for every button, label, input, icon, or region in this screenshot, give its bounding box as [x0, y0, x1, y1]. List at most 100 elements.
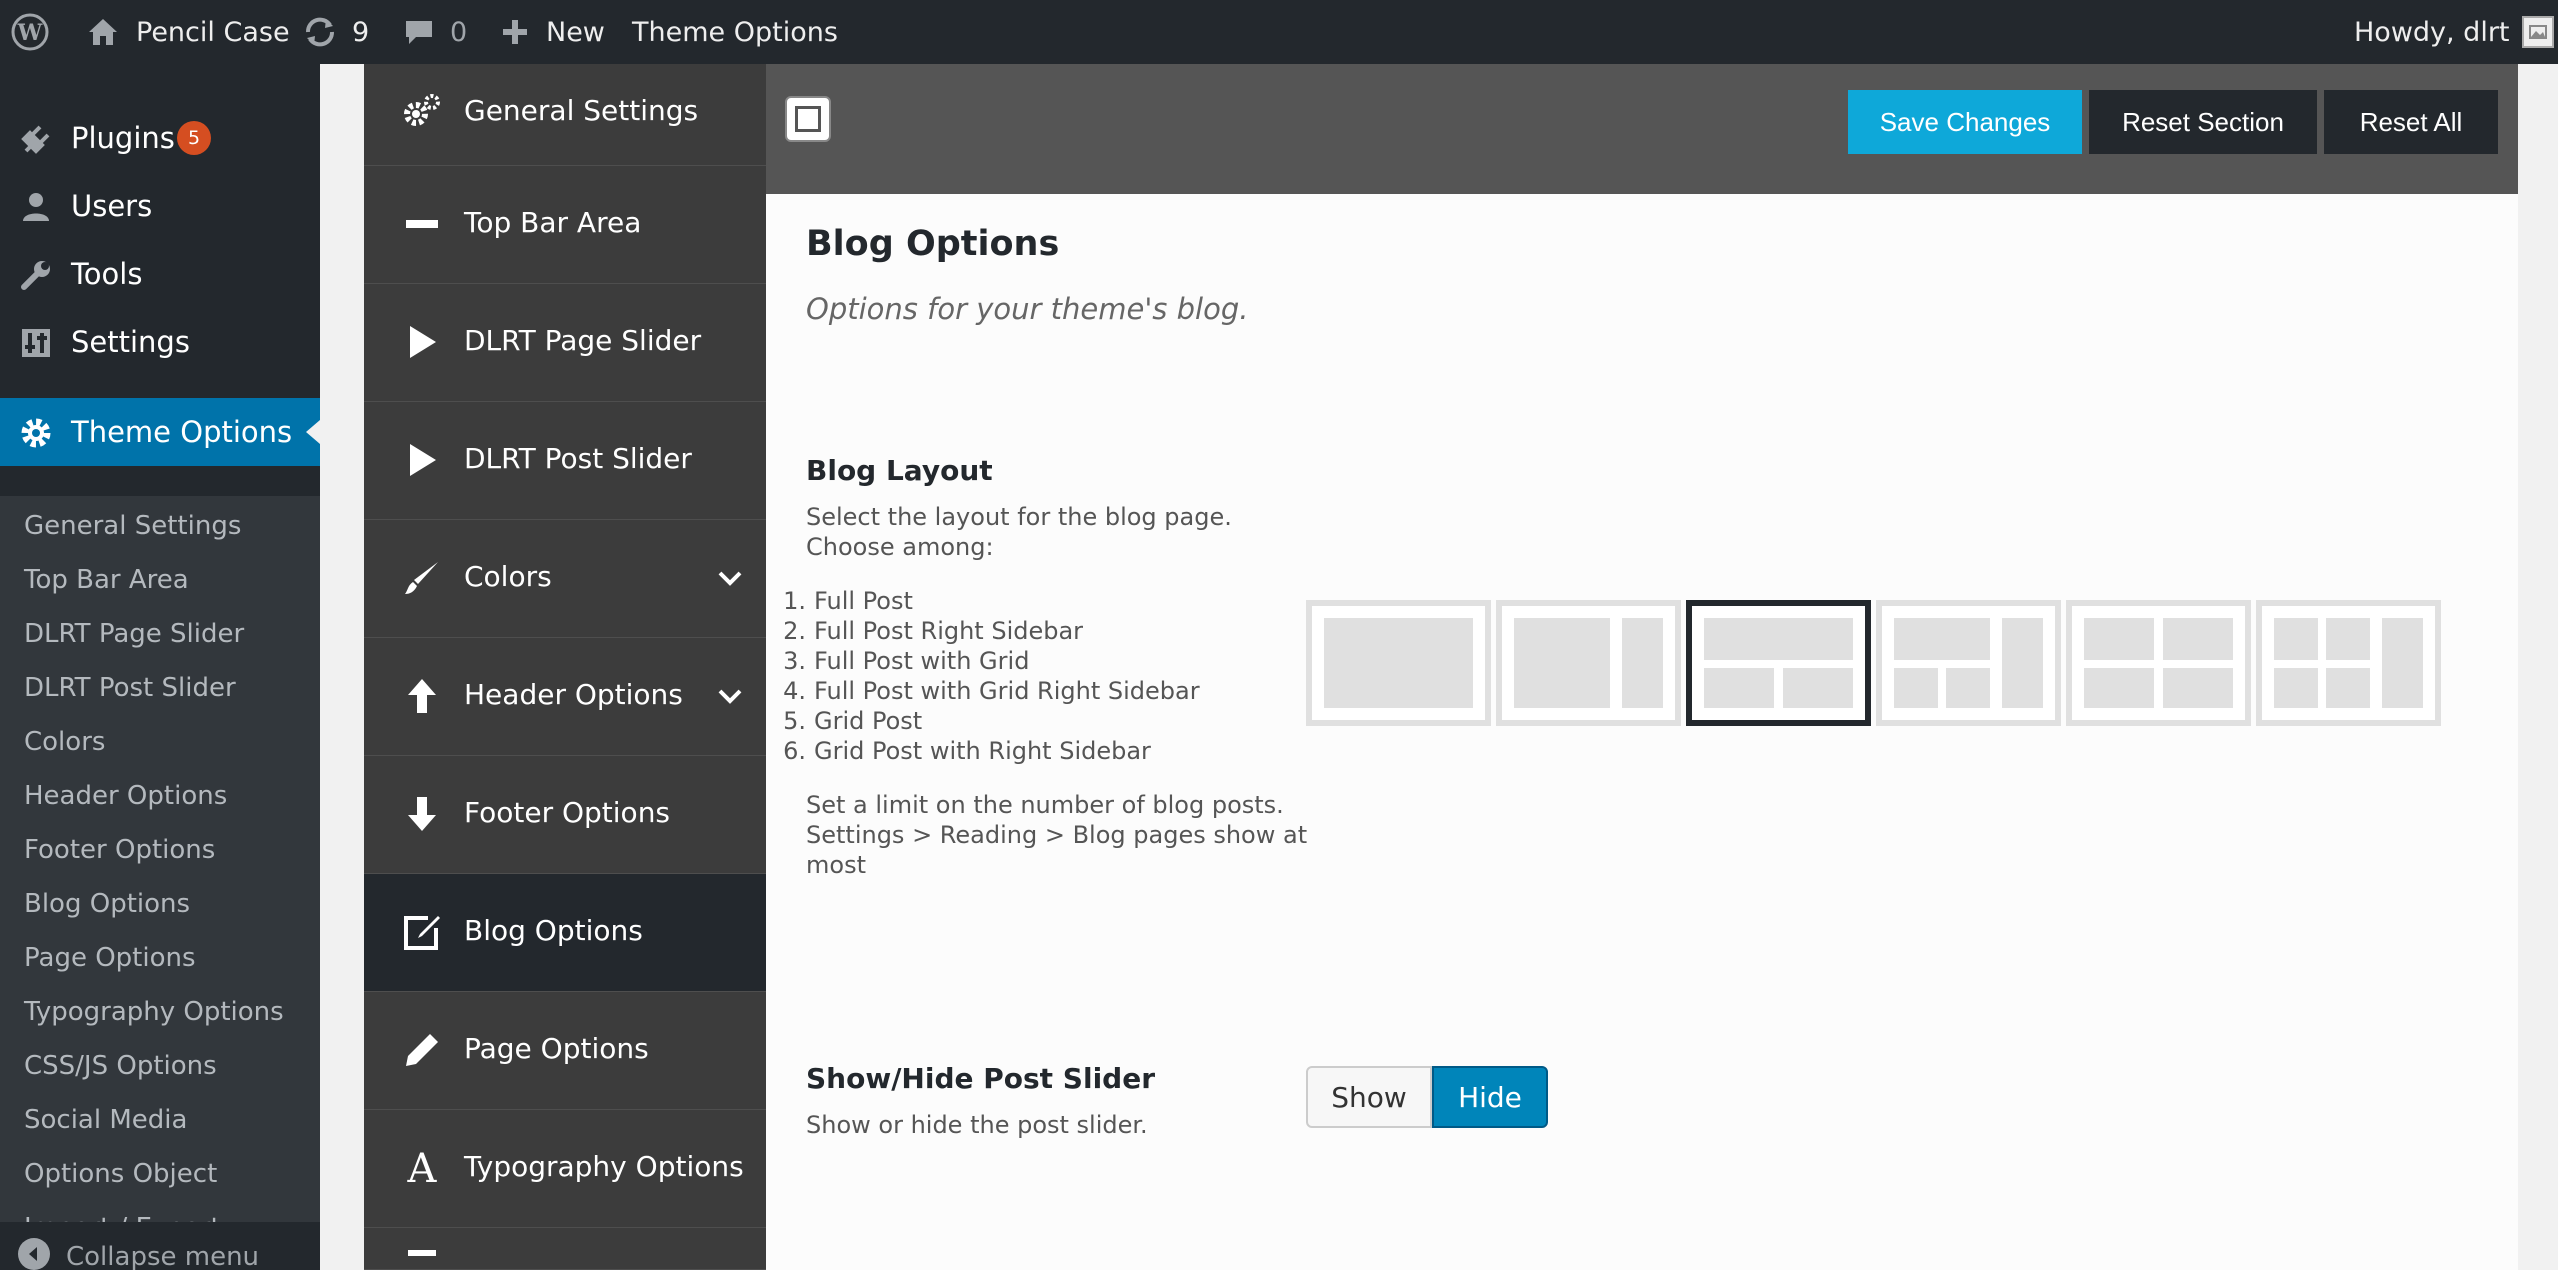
layout-option-grid-post-right-sidebar[interactable]: [2256, 600, 2441, 726]
code-icon: [408, 1250, 436, 1256]
layout-option-full-post[interactable]: [1306, 600, 1491, 726]
chevron-down-icon[interactable]: [714, 680, 746, 712]
expand-panel-icon[interactable]: [785, 96, 831, 142]
plus-icon: [503, 20, 527, 44]
site-name-link[interactable]: Pencil Case: [86, 0, 290, 64]
updates-link[interactable]: 9: [302, 0, 369, 64]
users-icon: [23, 193, 49, 221]
minus-icon: [406, 220, 438, 228]
list-item: 4. Full Post with Grid Right Sidebar: [783, 677, 1200, 705]
menu-item-tools[interactable]: Tools: [0, 240, 320, 308]
post-slider-title: Show/Hide Post Slider: [806, 1062, 1156, 1095]
post-slider-show-button[interactable]: Show: [1306, 1066, 1432, 1128]
list-item: 3. Full Post with Grid: [783, 647, 1030, 675]
menu-item-settings[interactable]: Settings: [0, 308, 320, 376]
theme-options-link[interactable]: Theme Options: [632, 0, 838, 64]
theme-options-label: Theme Options: [632, 16, 838, 48]
panel-nav-label: Footer Options: [464, 796, 671, 829]
panel-nav-label: Typography Options: [464, 1150, 744, 1183]
avatar: [2521, 16, 2554, 48]
panel-nav-page-options[interactable]: Page Options: [364, 992, 766, 1110]
blog-layout-subtitle: Select the layout for the blog page. Cho…: [806, 502, 1232, 562]
options-panel-content: Blog Options Options for your theme's bl…: [766, 194, 2518, 1270]
wordpress-logo-button[interactable]: W: [10, 0, 50, 64]
wordpress-icon: W: [11, 13, 49, 51]
my-account-link[interactable]: Howdy, dlrt: [2354, 0, 2554, 64]
submenu-item-social-media[interactable]: Social Media: [24, 1100, 187, 1140]
panel-nav-label: Page Options: [464, 1032, 649, 1065]
blog-layout-note-line: Set a limit on the number of blog posts.: [806, 791, 1284, 819]
collapse-menu-button[interactable]: Collapse menu: [0, 1222, 320, 1270]
post-slider-subtitle: Show or hide the post slider.: [806, 1111, 1148, 1139]
panel-nav-colors[interactable]: Colors: [364, 520, 766, 638]
submenu-item-typography-options[interactable]: Typography Options: [24, 992, 284, 1032]
comments-count: 0: [450, 16, 468, 48]
panel-nav-typography-options[interactable]: A Typography Options: [364, 1110, 766, 1228]
admin-menu: Plugins 5 Users Tools Settings Theme Opt…: [0, 64, 320, 1270]
list-item-label: Full Post: [814, 587, 913, 615]
submenu-item-header-options[interactable]: Header Options: [24, 776, 227, 816]
layout-option-full-post-right-sidebar[interactable]: [1496, 600, 1681, 726]
submenu-item-page-options[interactable]: Page Options: [24, 938, 196, 978]
svg-text:A: A: [407, 1146, 438, 1186]
new-label: New: [546, 16, 605, 48]
howdy-text: Howdy, dlrt: [2354, 16, 2510, 48]
panel-nav-general-settings[interactable]: General Settings: [364, 64, 766, 166]
list-item-label: Grid Post: [814, 707, 923, 735]
reset-section-button[interactable]: Reset Section: [2089, 90, 2317, 154]
menu-item-users[interactable]: Users: [0, 172, 320, 240]
reset-all-button[interactable]: Reset All: [2324, 90, 2498, 154]
panel-nav-blog-options[interactable]: Blog Options: [364, 874, 766, 992]
panel-nav-footer-options[interactable]: Footer Options: [364, 756, 766, 874]
list-item-label: Full Post Right Sidebar: [814, 617, 1084, 645]
list-item-label: Grid Post with Right Sidebar: [814, 737, 1151, 765]
panel-nav-top-bar-area[interactable]: Top Bar Area: [364, 166, 766, 284]
save-changes-button[interactable]: Save Changes: [1848, 90, 2082, 154]
plugin-icon: [21, 125, 50, 154]
submenu-item-css-js-options[interactable]: CSS/JS Options: [24, 1046, 217, 1086]
submenu-item-general-settings[interactable]: General Settings: [24, 506, 241, 546]
submenu-item-dlrt-post-slider[interactable]: DLRT Post Slider: [24, 668, 236, 708]
layout-option-grid-post[interactable]: [2066, 600, 2251, 726]
collapse-arrow-icon: [18, 1238, 50, 1270]
menu-label-theme-options: Theme Options: [71, 415, 293, 449]
panel-nav-dlrt-post-slider[interactable]: DLRT Post Slider: [364, 402, 766, 520]
brush-icon: [405, 562, 438, 594]
submenu-item-footer-options[interactable]: Footer Options: [24, 830, 215, 870]
list-item: 6. Grid Post with Right Sidebar: [783, 737, 1151, 765]
layout-option-full-post-with-grid[interactable]: [1686, 600, 1871, 726]
list-item: 5. Grid Post: [783, 707, 923, 735]
comments-link[interactable]: 0: [402, 0, 467, 64]
menu-label-tools: Tools: [71, 257, 143, 291]
admin-bar: W Pencil Case 9 0 New Theme Options Howd…: [0, 0, 2558, 64]
options-panel-header: Save Changes Reset Section Reset All: [766, 64, 2518, 194]
theme-options-submenu: General Settings Top Bar Area DLRT Page …: [0, 496, 320, 1270]
menu-item-theme-options[interactable]: Theme Options: [0, 398, 320, 466]
options-panel-nav: General Settings Top Bar Area DLRT Page …: [364, 64, 766, 1270]
site-name: Pencil Case: [136, 16, 290, 48]
layout-option-full-post-grid-right-sidebar[interactable]: [1876, 600, 2061, 726]
menu-item-plugins[interactable]: Plugins 5: [0, 104, 320, 172]
updates-count: 9: [352, 16, 370, 48]
panel-nav-header-options[interactable]: Header Options: [364, 638, 766, 756]
gear-icon: [21, 418, 51, 448]
image-icon: [2528, 25, 2547, 39]
new-content-link[interactable]: New: [500, 0, 605, 64]
submenu-item-options-object[interactable]: Options Object: [24, 1154, 217, 1194]
panel-gap: [320, 64, 364, 1270]
post-slider-hide-button[interactable]: Hide: [1432, 1066, 1548, 1128]
list-item-label: Full Post with Grid Right Sidebar: [814, 677, 1200, 705]
submenu-item-dlrt-page-slider[interactable]: DLRT Page Slider: [24, 614, 244, 654]
panel-nav-label: Colors: [464, 560, 552, 593]
submenu-item-top-bar-area[interactable]: Top Bar Area: [24, 560, 189, 600]
blog-layout-note-line: Settings > Reading > Blog pages show at: [806, 821, 1308, 849]
chevron-down-icon[interactable]: [714, 562, 746, 594]
panel-nav-label: Top Bar Area: [464, 206, 642, 239]
section-title: Blog Options: [806, 224, 1060, 264]
menu-label-settings: Settings: [71, 325, 190, 359]
panel-nav-dlrt-page-slider[interactable]: DLRT Page Slider: [364, 284, 766, 402]
edit-icon: [404, 916, 440, 950]
panel-nav-more[interactable]: [364, 1228, 766, 1270]
submenu-item-colors[interactable]: Colors: [24, 722, 105, 762]
submenu-item-blog-options[interactable]: Blog Options: [24, 884, 190, 924]
